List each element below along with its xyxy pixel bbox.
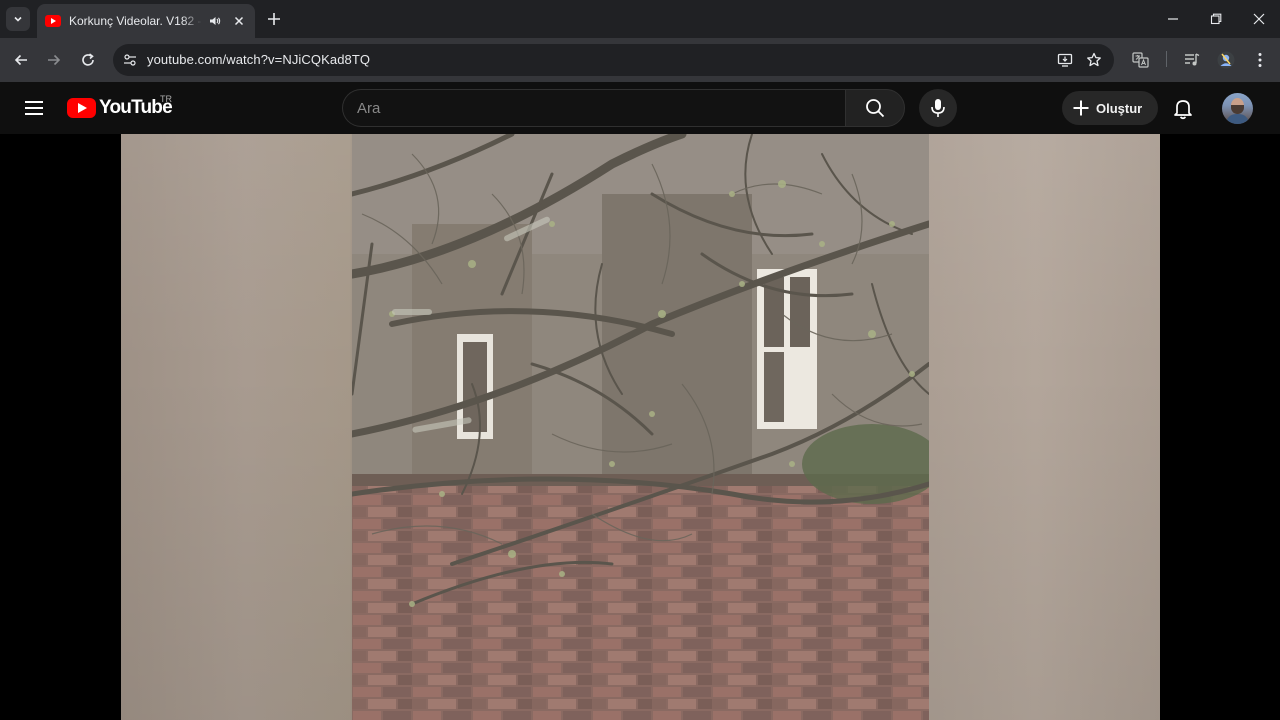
avatar[interactable] <box>1222 93 1253 124</box>
close-icon <box>1253 13 1265 25</box>
install-app-icon[interactable] <box>1055 50 1075 70</box>
country-code: TR <box>160 94 172 104</box>
search-button[interactable] <box>845 89 905 127</box>
arrow-left-icon <box>14 54 27 66</box>
avatar-beard <box>1231 105 1244 114</box>
restore-icon <box>1210 13 1222 25</box>
chevron-down-icon <box>14 16 22 22</box>
back-button[interactable] <box>8 47 34 73</box>
video-clip-image <box>352 134 929 720</box>
window-close-button[interactable] <box>1237 0 1280 38</box>
arrow-right-icon <box>48 54 61 66</box>
restore-button[interactable] <box>1194 0 1238 38</box>
search-box <box>342 89 845 127</box>
reload-button[interactable] <box>75 47 101 73</box>
guide-menu-button[interactable] <box>22 96 46 120</box>
plus-icon <box>1073 100 1089 116</box>
video-frame[interactable] <box>121 134 1160 720</box>
tab-search-button[interactable] <box>6 7 30 31</box>
search-input[interactable] <box>357 90 827 126</box>
search-icon <box>866 99 885 118</box>
speaker-icon[interactable] <box>208 14 222 28</box>
avatar-body <box>1226 114 1249 124</box>
plus-icon <box>268 13 280 25</box>
bell-icon <box>1174 100 1192 120</box>
youtube-play-logo-icon <box>67 98 96 118</box>
minimize-icon <box>1168 18 1178 20</box>
tab-title: Korkunç Videolar. V182 - YouTube <box>69 14 202 28</box>
browser-toolbar: youtube.com/watch?v=NJiCQKad8TQ <box>0 38 1280 82</box>
microphone-icon <box>931 99 945 117</box>
minimize-button[interactable] <box>1151 0 1195 38</box>
forward-button[interactable] <box>41 47 67 73</box>
create-button[interactable]: Oluştur <box>1062 91 1158 125</box>
bookmark-star-icon[interactable] <box>1084 50 1104 70</box>
media-control-icon[interactable] <box>1181 49 1203 71</box>
video-player[interactable] <box>0 134 1280 720</box>
toolbar-divider <box>1166 51 1167 67</box>
profile-icon[interactable] <box>1215 49 1237 71</box>
address-bar[interactable]: youtube.com/watch?v=NJiCQKad8TQ <box>113 44 1114 76</box>
site-info-button[interactable] <box>119 49 141 71</box>
youtube-header: YouTube TR Oluştur <box>0 82 1280 134</box>
voice-search-button[interactable] <box>919 89 957 127</box>
youtube-logo[interactable]: YouTube <box>67 97 173 119</box>
new-tab-button[interactable] <box>263 8 285 30</box>
browser-tab[interactable]: Korkunç Videolar. V182 - YouTube <box>37 4 255 38</box>
translate-icon[interactable] <box>1130 49 1152 71</box>
tab-close-icon[interactable] <box>231 13 247 29</box>
url-text[interactable]: youtube.com/watch?v=NJiCQKad8TQ <box>147 52 370 67</box>
youtube-favicon-icon <box>45 15 61 27</box>
browser-tabstrip: Korkunç Videolar. V182 - YouTube <box>0 0 1280 38</box>
tune-icon <box>124 54 136 66</box>
menu-icon[interactable] <box>1249 49 1271 71</box>
hamburger-menu-icon <box>25 101 43 115</box>
notifications-button[interactable] <box>1166 92 1200 126</box>
create-button-label: Oluştur <box>1096 100 1143 116</box>
reload-icon <box>82 53 94 66</box>
